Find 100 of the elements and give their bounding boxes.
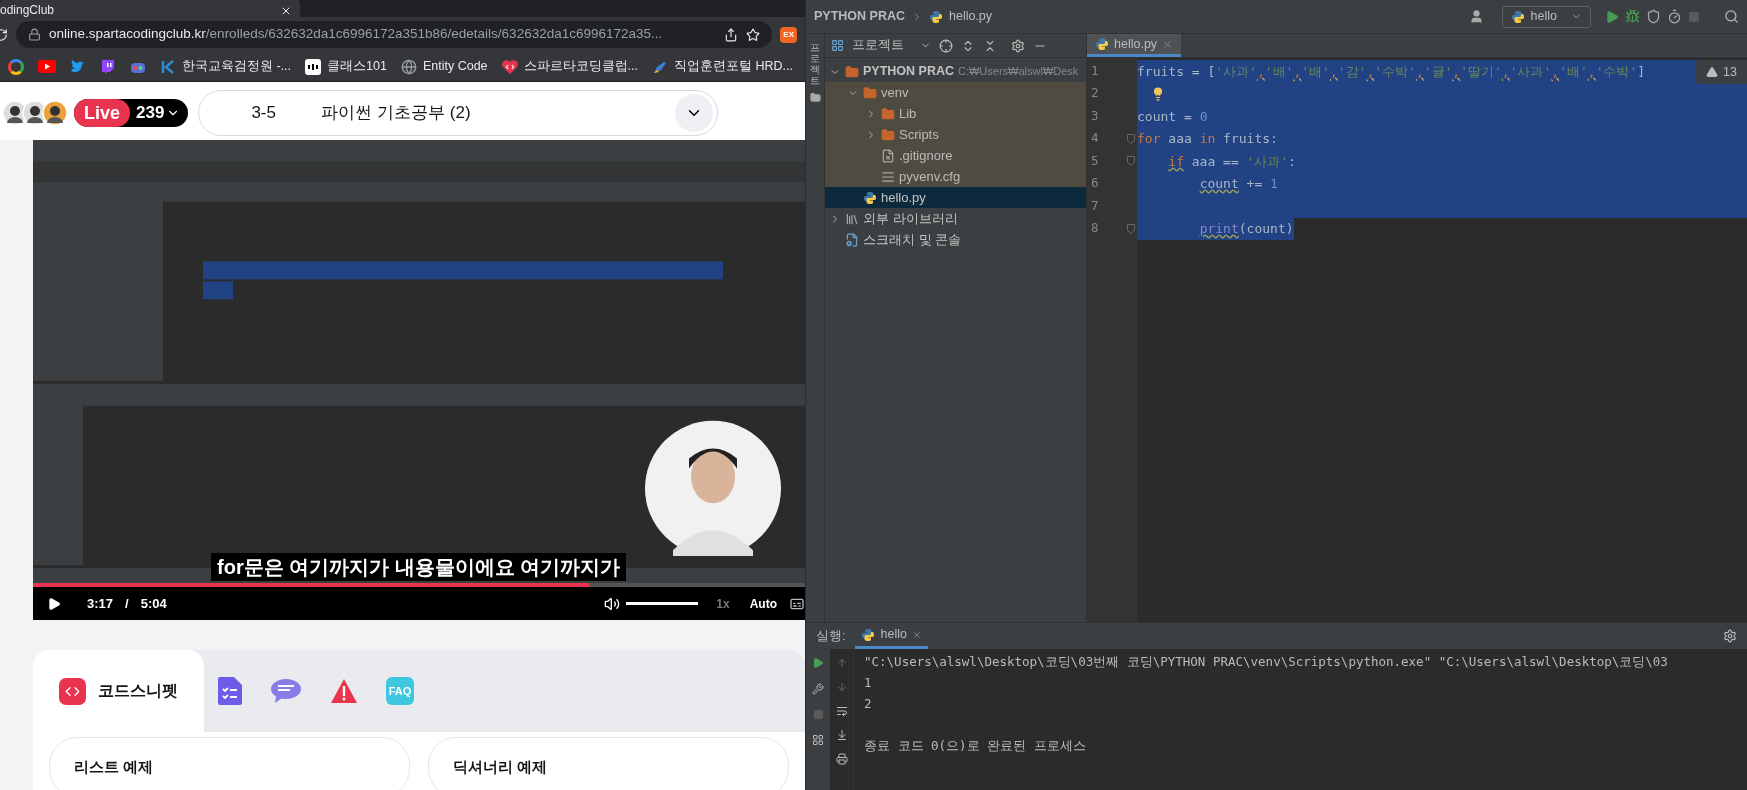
lesson-selector[interactable]: 3-5 파이썬 기초공부 (2) xyxy=(198,90,719,136)
console-line: "C:\Users\alswl\Desktop\코딩\03번째 코딩\PYTHON PRAC\venv\Scripts\python.exe" "C:\Users\alswl\Desktop\코딩\03 xyxy=(864,653,1669,671)
lightbulb-icon[interactable] xyxy=(1151,86,1165,101)
tree-item[interactable]: .gitignore xyxy=(825,145,1086,166)
search-icon[interactable] xyxy=(1724,9,1739,24)
url-text: online.spartacodingclub.kr/enrolleds/632632da1c6996172a351b86/edetails/632632da1c6996172a35... xyxy=(49,25,664,44)
profile-icon[interactable] xyxy=(1667,9,1682,24)
run-icon[interactable] xyxy=(1605,9,1619,24)
breadcrumb-project[interactable]: PYTHON PRAC xyxy=(814,7,905,26)
tree-item[interactable]: pyvenv.cfg xyxy=(825,166,1086,187)
quality-button[interactable]: Auto xyxy=(749,594,777,613)
item-label: venv xyxy=(881,83,909,102)
editor-tab[interactable]: hello.py xyxy=(1087,34,1182,57)
bookmark[interactable]: Entity Code xyxy=(400,57,488,76)
address-bar[interactable]: online.spartacodingclub.kr/enrolleds/632632da1c6996172a351b86/edetails/632632da1c6996172a35... xyxy=(16,21,773,48)
run-config-dropdown[interactable]: hello xyxy=(1501,5,1591,28)
folder-icon xyxy=(845,64,859,79)
panel-icon xyxy=(831,39,844,52)
file-icon xyxy=(881,148,895,163)
settings-icon[interactable] xyxy=(1723,629,1737,643)
print-icon[interactable] xyxy=(835,753,848,765)
item-label: 스크래치 및 콘솔 xyxy=(863,230,962,249)
tree-item[interactable]: PYTHON PRAC C:₩Users₩alswl₩Desk xyxy=(825,61,1086,82)
collapse-all-icon[interactable] xyxy=(983,38,997,53)
user-icon[interactable] xyxy=(1468,9,1484,24)
folder-icon xyxy=(881,127,895,142)
volume-icon[interactable] xyxy=(604,595,621,612)
time-separator: / xyxy=(125,594,129,613)
tool-tab[interactable]: 코드스니펫 xyxy=(33,650,204,732)
bookmark-label[interactable]: 직업훈련포털 HRD... xyxy=(673,57,793,76)
tree-item[interactable]: hello.py xyxy=(825,187,1086,208)
chat-logo-icon[interactable] xyxy=(100,58,116,75)
bookmark-label[interactable]: Entity Code xyxy=(422,57,488,76)
card-title: 딕셔너리 예제 xyxy=(453,756,548,777)
globe-icon[interactable] xyxy=(400,58,417,75)
volume-slider[interactable] xyxy=(626,602,699,605)
close-icon[interactable] xyxy=(280,5,292,17)
checklist-icon xyxy=(218,677,242,705)
share-icon[interactable] xyxy=(724,27,739,42)
example-card[interactable]: 딕셔너리 예제 xyxy=(428,737,789,790)
tree-item[interactable]: Scripts xyxy=(825,124,1086,145)
line-number: 4 xyxy=(1091,129,1099,148)
fold-marker-icon[interactable] xyxy=(1127,223,1135,234)
coverage-icon[interactable] xyxy=(1646,9,1661,24)
locate-icon[interactable] xyxy=(939,38,953,53)
python-icon xyxy=(1095,37,1109,51)
live-badge[interactable]: Live 239 xyxy=(74,99,189,127)
warning-icon xyxy=(1706,66,1719,78)
layout-icon[interactable] xyxy=(812,734,824,746)
warnings-badge[interactable]: 13 xyxy=(1696,60,1747,84)
star-icon[interactable] xyxy=(746,27,761,42)
tree-item[interactable]: 외부 라이브러리 xyxy=(825,208,1086,229)
current-time: 3:17 xyxy=(87,594,114,613)
warning-icon xyxy=(330,678,358,704)
breadcrumb-file[interactable]: hello.py xyxy=(949,7,993,26)
speed-button[interactable]: 1x xyxy=(716,594,730,613)
folder-icon[interactable] xyxy=(809,92,821,103)
settings-icon[interactable] xyxy=(1011,38,1025,53)
fold-marker-icon[interactable] xyxy=(1127,133,1135,144)
google-icon[interactable] xyxy=(8,58,24,75)
avatar-icon xyxy=(42,100,68,126)
item-label: pyvenv.cfg xyxy=(899,167,961,186)
lock-icon xyxy=(28,28,41,41)
example-card[interactable]: 리스트 예제 xyxy=(49,737,410,790)
fold-marker-icon[interactable] xyxy=(1127,156,1135,167)
k-logo-icon[interactable] xyxy=(160,58,176,75)
run-icon[interactable] xyxy=(812,657,824,669)
bookmark[interactable]: 스파르타코딩클럽... xyxy=(501,57,638,76)
bookmark-label[interactable]: 클래스101 xyxy=(327,57,387,76)
line-number: 6 xyxy=(1091,174,1099,193)
play-icon[interactable] xyxy=(47,596,61,611)
item-label: hello.py xyxy=(881,188,926,207)
debug-icon[interactable] xyxy=(1625,9,1640,24)
lesson-title: 파이썬 기초공부 (2) xyxy=(321,102,472,125)
scroll-end-icon[interactable] xyxy=(835,729,848,741)
bookmark[interactable]: 직업훈련포털 HRD... xyxy=(651,57,793,76)
dots-logo-icon[interactable] xyxy=(305,58,322,75)
bookmark[interactable]: 클래스101 xyxy=(305,57,387,76)
tree-item[interactable]: Lib xyxy=(825,103,1086,124)
tree-item[interactable]: 스크래치 및 콘솔 xyxy=(825,229,1086,250)
wrap-icon[interactable] xyxy=(835,705,848,717)
tab-label: 코드스니펫 xyxy=(98,681,178,701)
bookmark-label[interactable]: 한국교육검정원 -... xyxy=(182,57,292,76)
item-label: 외부 라이브러리 xyxy=(863,209,958,228)
python-icon xyxy=(863,190,877,205)
item-label: Lib xyxy=(899,104,917,123)
play-logo-icon[interactable] xyxy=(38,60,56,73)
bookmark-label[interactable]: 스파르타코딩클럽... xyxy=(523,57,638,76)
run-tab[interactable]: hello xyxy=(855,623,928,649)
wrench-icon[interactable] xyxy=(812,683,824,695)
tree-item[interactable]: venv xyxy=(825,82,1086,103)
item-label: Scripts xyxy=(899,125,939,144)
bookmark[interactable]: 한국교육검정원 -... xyxy=(160,57,292,76)
side-stripe-label[interactable]: 프로젝트 xyxy=(810,42,820,86)
bird-icon[interactable] xyxy=(70,58,86,75)
panel-title[interactable]: 프로젝트 xyxy=(852,36,904,55)
card-title: 리스트 예제 xyxy=(74,756,154,777)
subtitle-text: for문은 여기까지가 내용물이에요 여기까지가 xyxy=(211,553,627,581)
browser-tab[interactable]: odingClub xyxy=(0,0,300,17)
heart-code-icon[interactable] xyxy=(501,58,518,75)
